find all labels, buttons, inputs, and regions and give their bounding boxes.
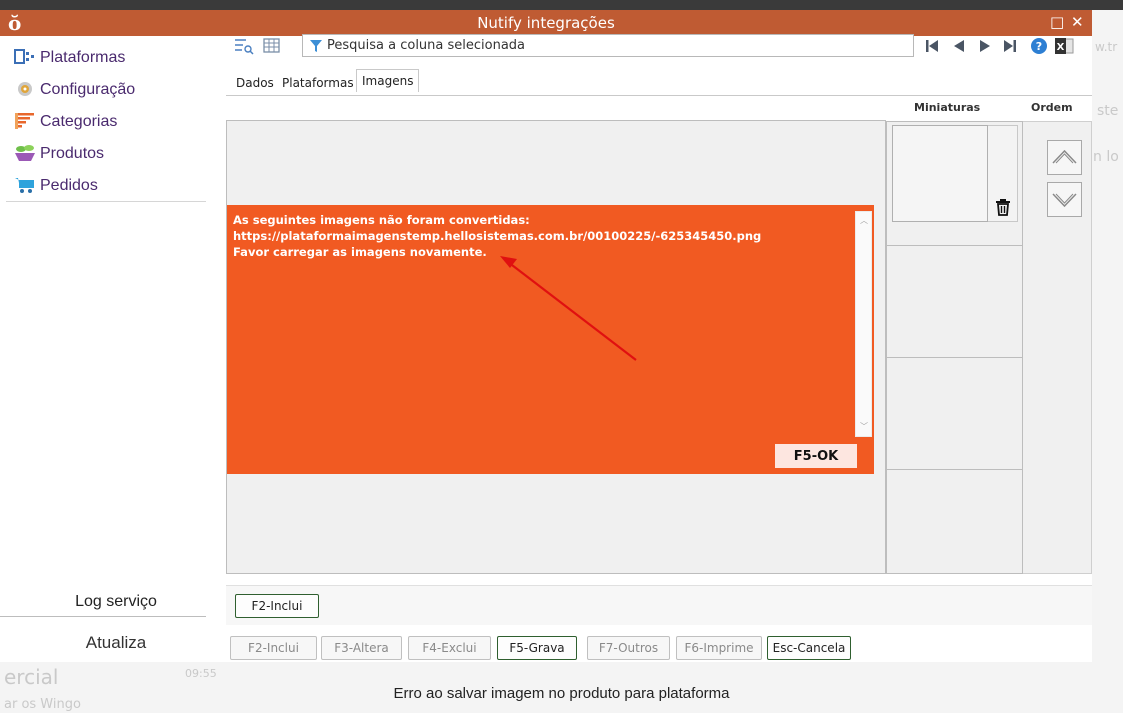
sidebar: Plataformas Configuração Categorias Prod…	[0, 36, 226, 662]
thumbnail-slot[interactable]	[892, 125, 988, 222]
filter-funnel-icon	[309, 39, 323, 57]
print-button[interactable]: F6-Imprime	[676, 636, 762, 660]
background-strip	[0, 0, 1123, 10]
sidebar-divider	[0, 616, 226, 617]
sidebar-item-produtos[interactable]: Produtos	[6, 138, 206, 170]
action-bar: F2-Inclui F3-Altera F4-Exclui F5-Grava F…	[226, 632, 866, 662]
search-input[interactable]	[327, 37, 907, 54]
platforms-icon	[14, 48, 38, 68]
conversion-error-dialog: As seguintes imagens não foram convertid…	[227, 205, 874, 474]
sidebar-item-configuracao[interactable]: Configuração	[6, 74, 206, 106]
help-icon[interactable]: ?	[1030, 37, 1048, 59]
tab-imagens[interactable]: Imagens	[356, 69, 420, 92]
window-title: Nutify integrações	[477, 14, 615, 32]
thumbnail-row-divider	[887, 245, 1024, 246]
dialog-line-3: Favor carregar as imagens novamente.	[233, 245, 487, 259]
move-up-button[interactable]	[1047, 140, 1082, 175]
trash-icon[interactable]	[995, 198, 1011, 220]
sidebar-item-label: Categorias	[40, 113, 118, 130]
sidebar-gutter	[206, 36, 226, 662]
include-button[interactable]: F2-Inclui	[230, 636, 317, 660]
settings-gear-icon	[14, 80, 38, 100]
excel-glyph: X	[1057, 42, 1065, 53]
background-text: w.tr	[1095, 40, 1118, 54]
images-footer	[226, 585, 1092, 625]
sidebar-item-pedidos[interactable]: Pedidos	[6, 170, 206, 202]
status-message: Erro ao salvar imagem no produto para pl…	[393, 685, 730, 702]
delete-button[interactable]: F4-Exclui	[408, 636, 491, 660]
cancel-button[interactable]: Esc-Cancela	[767, 636, 851, 660]
thumbnail-row-divider	[887, 469, 1024, 470]
add-image-button[interactable]: F2-Inclui	[235, 594, 319, 618]
scroll-down-icon[interactable]: ﹀	[860, 421, 868, 432]
thumbnail-scrollbar[interactable]	[988, 125, 1018, 222]
orders-cart-icon	[14, 176, 38, 196]
log-service-link[interactable]: Log serviço	[6, 593, 226, 611]
toolbar: ? X	[226, 33, 1092, 59]
save-button[interactable]: F5-Grava	[497, 636, 577, 660]
thumbnails-header: Miniaturas	[914, 101, 981, 114]
dialog-line-1: As seguintes imagens não foram convertid…	[233, 213, 530, 227]
background-time: 09:55	[185, 667, 217, 680]
next-record-button[interactable]	[977, 38, 993, 58]
maximize-button[interactable]: □	[1050, 13, 1064, 31]
excel-export-icon[interactable]: X	[1054, 36, 1074, 60]
column-filter-icon[interactable]	[234, 37, 254, 55]
update-button[interactable]: Atualiza	[6, 633, 226, 653]
edit-button[interactable]: F3-Altera	[321, 636, 402, 660]
move-down-button[interactable]	[1047, 182, 1082, 217]
search-box[interactable]	[302, 34, 914, 57]
tab-plataformas[interactable]: Plataformas	[277, 72, 359, 94]
help-glyph: ?	[1036, 40, 1042, 53]
sidebar-item-label: Configuração	[40, 81, 136, 98]
others-button[interactable]: F7-Outros	[587, 636, 670, 660]
sidebar-menu: Plataformas Configuração Categorias Prod…	[6, 42, 206, 202]
sidebar-item-label: Produtos	[40, 145, 105, 162]
previous-record-button[interactable]	[951, 38, 967, 58]
sidebar-item-plataformas[interactable]: Plataformas	[6, 42, 206, 74]
first-record-button[interactable]	[924, 38, 940, 58]
sidebar-item-label: Pedidos	[40, 177, 98, 194]
dialog-line-2: https://plataformaimagenstemp.hellosiste…	[233, 229, 762, 243]
dialog-message: As seguintes imagens não foram convertid…	[233, 212, 761, 260]
tab-dados[interactable]: Dados	[231, 72, 279, 94]
dialog-scrollbar[interactable]: ︿ ﹀	[855, 211, 872, 437]
background-text: n lo	[1093, 149, 1119, 165]
categories-list-icon	[14, 112, 38, 132]
background-text: ste	[1097, 103, 1119, 119]
thumbnails-list	[886, 121, 1024, 574]
scroll-up-icon[interactable]: ︿	[860, 215, 868, 226]
sidebar-item-label: Plataformas	[40, 49, 126, 66]
products-bowl-icon	[14, 144, 38, 164]
last-record-button[interactable]	[1002, 38, 1018, 58]
thumbnail-row-divider	[887, 357, 1024, 358]
sidebar-item-categorias[interactable]: Categorias	[6, 106, 206, 138]
order-header: Ordem	[1031, 101, 1073, 114]
order-controls	[1023, 121, 1092, 574]
ok-button[interactable]: F5-OK	[775, 444, 857, 468]
close-button[interactable]: ✕	[1071, 13, 1084, 31]
grid-view-icon[interactable]	[263, 37, 281, 55]
